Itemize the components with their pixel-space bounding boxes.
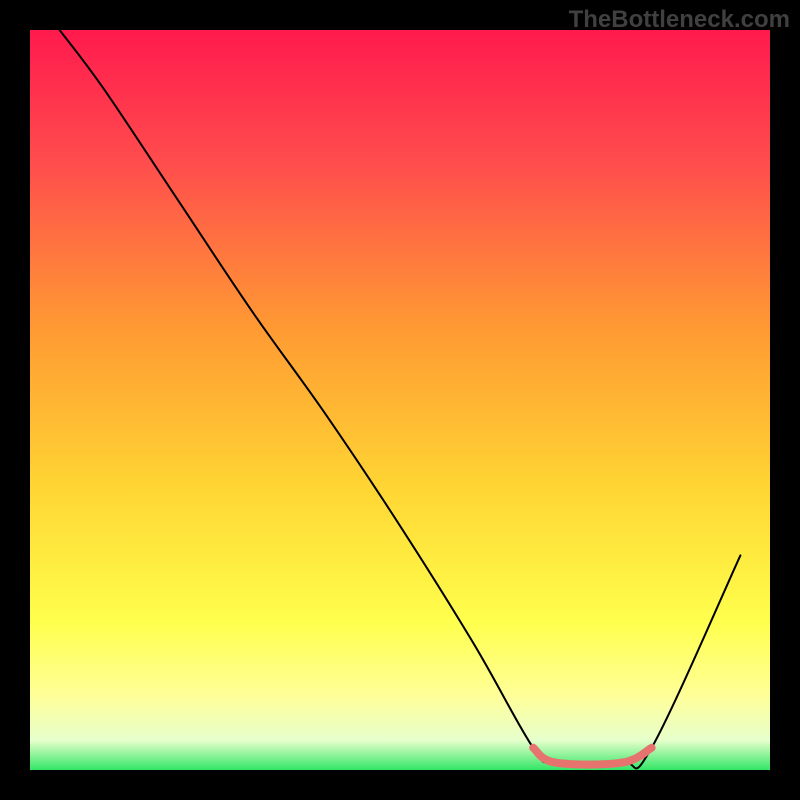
bottleneck-chart (0, 0, 800, 800)
chart-container: TheBottleneck.com (0, 0, 800, 800)
plot-background (30, 30, 770, 770)
watermark-text: TheBottleneck.com (569, 6, 790, 34)
